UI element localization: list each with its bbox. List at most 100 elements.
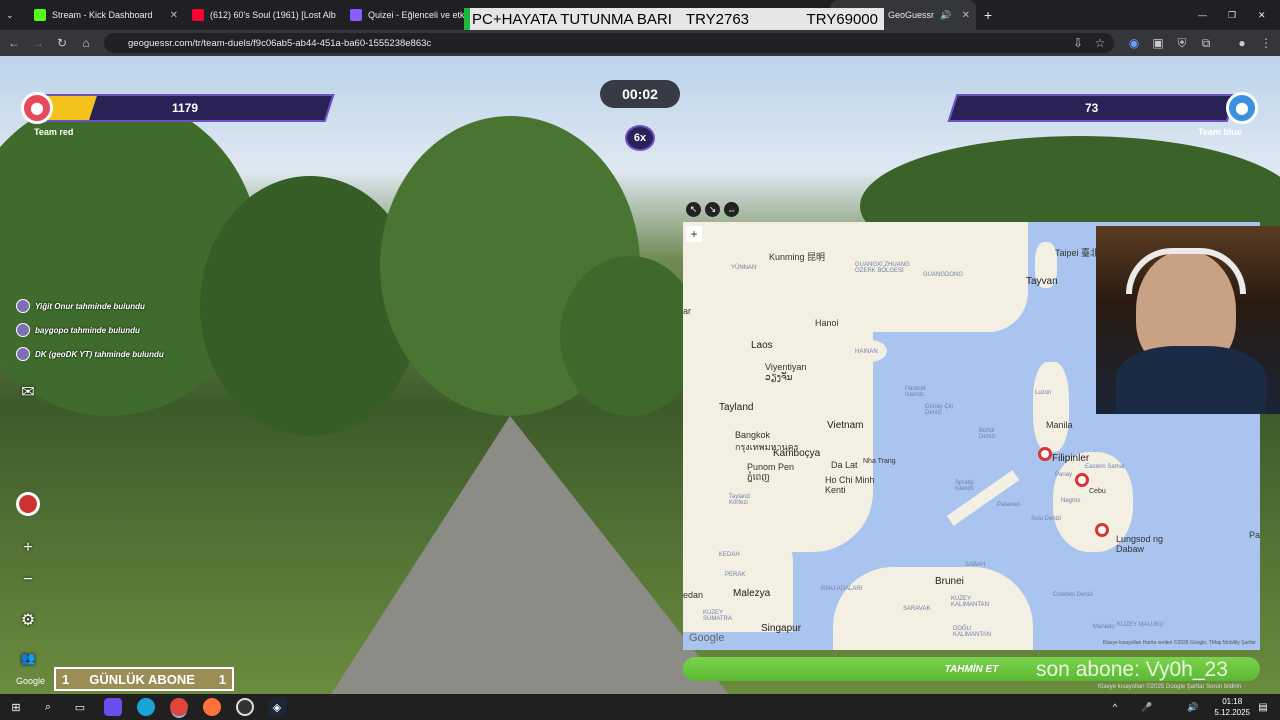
- profile-avatar[interactable]: ●: [1232, 33, 1252, 53]
- guess-text: baygopo tahminde bulundu: [35, 325, 140, 335]
- task-view-icon[interactable]: ▭: [71, 698, 89, 716]
- map-label: Viyentiyan ວຽງຈັນ: [765, 362, 807, 382]
- firefox-icon[interactable]: [203, 698, 221, 716]
- ticker-accent: [464, 8, 470, 30]
- search-icon[interactable]: ⌕: [39, 698, 57, 716]
- chrome-icon[interactable]: [170, 698, 188, 716]
- zoom-in-button[interactable]: +: [16, 536, 40, 560]
- forward-icon[interactable]: →: [28, 33, 48, 53]
- map-label: PERAK: [725, 572, 746, 578]
- map-label: Laos: [751, 340, 773, 351]
- map-label: DOĞU KALIMANTAN: [953, 626, 991, 638]
- address-bar[interactable]: geoguessr.com/tr/team-duels/f9c06ab5-ab4…: [104, 33, 1114, 53]
- map-label: Bohol Denizi: [979, 428, 996, 440]
- map-label: Malezya: [733, 588, 771, 599]
- land-luzon: [1033, 362, 1069, 452]
- tab-kick[interactable]: Stream - Kick Dashboard ✕: [28, 0, 184, 30]
- subs-goal: 1: [218, 671, 226, 687]
- avatar: [16, 299, 30, 313]
- window-close-button[interactable]: ✕: [1252, 0, 1274, 30]
- edge-icon[interactable]: [137, 698, 155, 716]
- map-label: KUZEY MALUKU: [1117, 622, 1164, 628]
- mic-icon[interactable]: 🎤: [1138, 698, 1156, 716]
- back-icon[interactable]: ←: [4, 33, 24, 53]
- map-shrink-icon[interactable]: ↘: [705, 202, 720, 217]
- extension-icon[interactable]: ▣: [1148, 33, 1168, 53]
- puzzle-icon[interactable]: ⧉: [1196, 33, 1216, 53]
- minimize-button[interactable]: —: [1192, 0, 1214, 30]
- map-toolbar: ↖ ↘ ⇔: [686, 202, 739, 217]
- new-tab-button[interactable]: +: [978, 0, 998, 30]
- quizei-icon: [350, 9, 362, 21]
- guess-pin[interactable]: [1038, 447, 1052, 461]
- map-label: Ho Chi Minh Kenti: [825, 475, 875, 495]
- copilot-icon[interactable]: [104, 698, 122, 716]
- map-label: SABAH: [965, 562, 986, 568]
- windows-start-icon[interactable]: ⊞: [7, 698, 25, 716]
- broadcast-icon[interactable]: ◉: [1124, 33, 1144, 53]
- guess-pin[interactable]: [1075, 473, 1089, 487]
- road: [330, 416, 730, 694]
- close-icon[interactable]: ✕: [170, 10, 178, 21]
- streamer-shirt: [1116, 346, 1266, 414]
- tab-quizei[interactable]: Quizei - Eğlenceli ve etkileş: [344, 0, 464, 30]
- speaker-icon[interactable]: 🔊: [940, 10, 951, 21]
- map-label: Tayland Körfezi: [729, 494, 750, 506]
- map-label: KUZEY KALIMANTAN: [951, 596, 989, 608]
- foliage: [560, 256, 700, 416]
- chat-icon[interactable]: ✉: [16, 380, 40, 404]
- round-timer: 00:02: [600, 80, 680, 108]
- steam-icon[interactable]: ◈: [268, 698, 286, 716]
- shield-icon[interactable]: ⛨: [1172, 33, 1192, 53]
- map-label: Sulu Denizi: [1031, 516, 1062, 522]
- install-icon[interactable]: ⇩: [1068, 33, 1088, 53]
- reload-icon[interactable]: ↻: [52, 33, 72, 53]
- map-label: Tayvan: [1026, 276, 1058, 287]
- team-blue-score: 73: [1085, 101, 1099, 115]
- headset-icon: [1126, 248, 1246, 294]
- tab-title: Stream - Kick Dashboard: [52, 10, 153, 20]
- map-zoom-in-button[interactable]: +: [686, 226, 702, 242]
- land-china: [683, 222, 1028, 332]
- chevron-down-icon: ⌄: [6, 9, 14, 20]
- home-icon[interactable]: ⌂: [76, 33, 96, 53]
- clock-date: 5.12.2025: [1214, 708, 1250, 717]
- team-red-score: 1179: [171, 101, 199, 115]
- map-attribution: Klavye kısayolları Harita verileri ©2025…: [1102, 640, 1256, 646]
- url-text: geoguessr.com/tr/team-duels/f9c06ab5-ab4…: [128, 37, 432, 49]
- land-borneo: [833, 567, 1033, 650]
- browser-toolbar: ← → ↻ ⌂ geoguessr.com/tr/team-duels/f9c0…: [0, 30, 1280, 56]
- bookmark-star-icon[interactable]: ☆: [1090, 33, 1110, 53]
- players-icon[interactable]: 👥: [16, 646, 40, 670]
- map-label: Cebu: [1089, 488, 1106, 495]
- compass-icon[interactable]: [16, 492, 40, 516]
- team-red-pin-icon: ⬤: [21, 92, 53, 124]
- map-label: KEDAH: [719, 552, 740, 558]
- webcam-feed: [1096, 226, 1280, 414]
- volume-icon[interactable]: 🔊: [1184, 698, 1202, 716]
- menu-icon[interactable]: ⋮: [1256, 33, 1276, 53]
- team-blue-label: Team blue: [1198, 127, 1242, 137]
- obs-icon[interactable]: [236, 698, 254, 716]
- team-red-health-bar: 1179: [35, 94, 335, 122]
- map-label: Vietnam: [827, 420, 864, 431]
- system-clock[interactable]: 01:18 5.12.2025: [1214, 696, 1250, 718]
- guess-pin[interactable]: [1095, 523, 1109, 537]
- map-label: Palau: [1249, 530, 1260, 540]
- tray-chevron-icon[interactable]: ^: [1106, 698, 1124, 716]
- settings-gear-icon[interactable]: ⚙: [16, 608, 40, 632]
- map-label: RİAU ADALARI: [821, 586, 863, 592]
- tab-youtube[interactable]: (612) 60's Soul (1961) [Lost Alb✕: [186, 0, 342, 30]
- zoom-out-button[interactable]: −: [16, 568, 40, 592]
- map-label: Spratly Islands: [955, 480, 975, 492]
- restore-button[interactable]: ❐: [1222, 0, 1244, 30]
- notification-icon[interactable]: ▤: [1254, 698, 1272, 716]
- guess-text: DK (geoDK YT) tahminde bulundu: [35, 349, 164, 359]
- map-label: Filipinler: [1052, 453, 1090, 464]
- tab-search-button[interactable]: ⌄: [0, 0, 26, 30]
- map-label: Da Lat: [831, 460, 858, 470]
- map-pin-toggle-icon[interactable]: ⇔: [724, 202, 739, 217]
- windows-taskbar: ⊞ ⌕ ▭ ◈ ^ 🎤 🔊 01:18 5.12.2025 ▤: [0, 694, 1280, 720]
- close-icon[interactable]: ✕: [962, 10, 970, 21]
- map-expand-icon[interactable]: ↖: [686, 202, 701, 217]
